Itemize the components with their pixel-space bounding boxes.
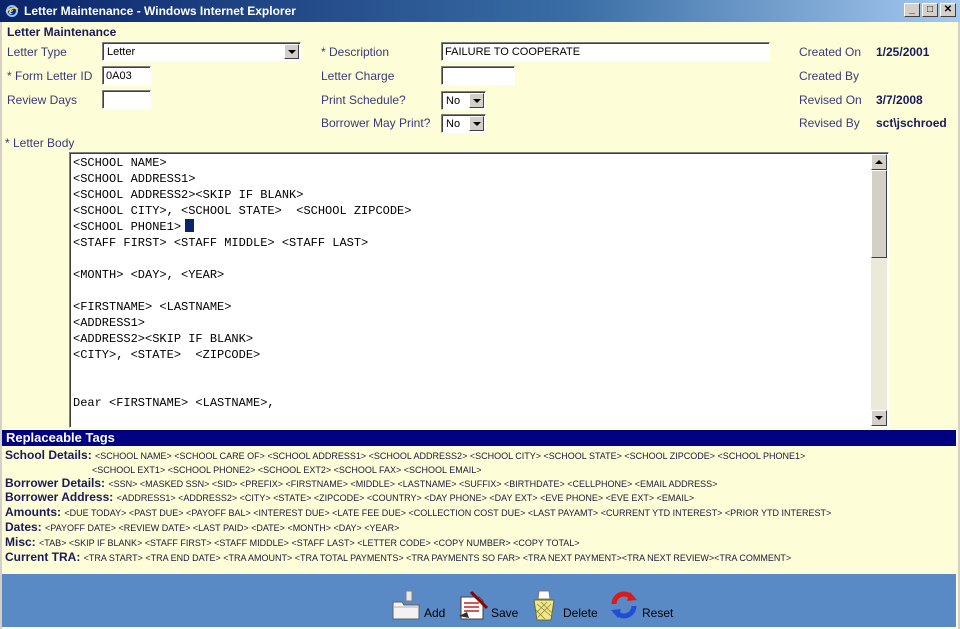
letter-charge-input[interactable] — [441, 66, 515, 85]
close-button[interactable]: ✕ — [940, 3, 956, 17]
created-on-value: 1/25/2001 — [876, 45, 930, 59]
add-label: Add — [424, 606, 446, 620]
letter-type-value: Letter — [107, 46, 136, 58]
print-schedule-label: Print Schedule? — [321, 93, 406, 107]
tag-group-current-tra: Current TRA: <TRA START> <TRA END DATE> … — [5, 550, 955, 565]
tag-group-tags: <SCHOOL NAME> <SCHOOL CARE OF> <SCHOOL A… — [95, 451, 806, 461]
letter-body-text-before-cursor: <SCHOOL NAME> <SCHOOL ADDRESS1> <SCHOOL … — [73, 156, 412, 234]
tag-group-misc: Misc: <TAB> <SKIP IF BLANK> <STAFF FIRST… — [5, 535, 955, 550]
scroll-up-button[interactable] — [871, 154, 887, 170]
created-by-label: Created By — [799, 69, 860, 83]
tag-group-label: Misc: — [5, 535, 36, 549]
letter-body-text: <SCHOOL NAME> <SCHOOL ADDRESS1> <SCHOOL … — [73, 155, 870, 411]
save-label: Save — [491, 606, 519, 620]
tag-group-tags: <TAB> <SKIP IF BLANK> <STAFF FIRST> <STA… — [39, 538, 580, 548]
svg-text:e: e — [9, 6, 13, 16]
text-cursor — [185, 219, 195, 232]
scroll-up-arrow-icon — [875, 160, 883, 164]
tag-group-school-details: School Details: <SCHOOL NAME> <SCHOOL CA… — [5, 448, 955, 463]
letter-charge-label: Letter Charge — [321, 69, 395, 83]
letter-type-select[interactable]: Letter — [102, 42, 301, 61]
add-folder-icon — [390, 588, 422, 622]
print-schedule-value: No — [446, 95, 461, 107]
tag-group-borrower-address: Borrower Address: <ADDRESS1> <ADDRESS2> … — [5, 490, 955, 505]
window-title: Letter Maintenance - Windows Internet Ex… — [24, 4, 296, 18]
tag-group-tags: <ADDRESS1> <ADDRESS2> <CITY> <STATE> <ZI… — [116, 493, 695, 503]
maximize-button[interactable]: □ — [922, 3, 938, 17]
letter-body-textarea[interactable]: <SCHOOL NAME> <SCHOOL ADDRESS1> <SCHOOL … — [69, 152, 889, 428]
review-days-label: Review Days — [7, 93, 78, 107]
borrower-may-print-label: Borrower May Print? — [321, 116, 431, 130]
tag-group-label: Borrower Address: — [5, 490, 114, 504]
letter-body-text-after-cursor: <STAFF FIRST> <STAFF MIDDLE> <STAFF LAST… — [73, 236, 369, 410]
tag-group-label: Current TRA: — [5, 550, 81, 564]
replaceable-tags-header: Replaceable Tags — [2, 430, 956, 446]
description-label: * Description — [321, 45, 390, 59]
tag-group-label: Amounts: — [5, 505, 61, 519]
tag-group-tags: <PAYOFF DATE> <REVIEW DATE> <LAST PAID> … — [45, 523, 400, 533]
letter-body-scrollbar[interactable] — [871, 154, 887, 426]
scroll-down-button[interactable] — [871, 410, 887, 426]
tag-group-label: School Details: — [5, 448, 92, 462]
wastebasket-icon — [529, 588, 561, 622]
chevron-down-icon[interactable] — [469, 116, 484, 131]
delete-label: Delete — [563, 606, 598, 620]
form-letter-id-input[interactable]: 0A03 — [102, 66, 151, 85]
action-bar: Add Save Delete Reset — [2, 574, 956, 627]
delete-button[interactable]: Delete — [529, 582, 598, 622]
save-document-icon — [457, 588, 489, 622]
minimize-button[interactable]: _ — [904, 3, 920, 17]
revised-by-value: sct\jschroed — [876, 116, 947, 130]
form-letter-id-label: * Form Letter ID — [7, 69, 93, 83]
revised-on-value: 3/7/2008 — [876, 93, 923, 107]
window-title-bar: e Letter Maintenance - Windows Internet … — [0, 0, 960, 22]
scrollbar-thumb[interactable] — [871, 170, 887, 258]
reset-label: Reset — [642, 606, 674, 620]
review-days-input[interactable] — [102, 90, 151, 109]
internet-explorer-icon: e — [4, 3, 20, 19]
tag-group-school-details-continued: <SCHOOL EXT1> <SCHOOL PHONE2> <SCHOOL EX… — [5, 462, 955, 477]
page-title: Letter Maintenance — [7, 25, 117, 39]
created-on-label: Created On — [799, 45, 862, 59]
revised-on-label: Revised On — [799, 93, 862, 107]
borrower-may-print-select[interactable]: No — [441, 114, 486, 133]
letter-type-label: Letter Type — [7, 45, 67, 59]
letter-body-label: * Letter Body — [5, 136, 75, 150]
tag-group-tags: <DUE TODAY> <PAST DUE> <PAYOFF BAL> <INT… — [64, 508, 832, 518]
borrower-may-print-value: No — [446, 118, 461, 130]
tag-group-borrower-details: Borrower Details: <SSN> <MASKED SSN> <SI… — [5, 476, 955, 491]
description-input[interactable]: FAILURE TO COOPERATE — [441, 42, 770, 61]
tag-group-amounts: Amounts: <DUE TODAY> <PAST DUE> <PAYOFF … — [5, 505, 955, 520]
tag-group-tags: <SSN> <MASKED SSN> <SID> <PREFIX> <FIRST… — [108, 479, 718, 489]
chevron-down-icon[interactable] — [284, 44, 299, 59]
scroll-down-arrow-icon — [875, 416, 883, 420]
tag-group-tags: <TRA START> <TRA END DATE> <TRA AMOUNT> … — [83, 553, 792, 563]
save-button[interactable]: Save — [457, 582, 518, 622]
tag-group-dates: Dates: <PAYOFF DATE> <REVIEW DATE> <LAST… — [5, 520, 955, 535]
tag-group-label: Dates: — [5, 520, 42, 534]
reset-button[interactable]: Reset — [608, 582, 673, 622]
tag-group-tags: <SCHOOL EXT1> <SCHOOL PHONE2> <SCHOOL EX… — [92, 465, 482, 475]
add-button[interactable]: Add — [390, 582, 445, 622]
chevron-down-icon[interactable] — [469, 93, 484, 108]
circular-arrows-icon — [608, 588, 640, 622]
print-schedule-select[interactable]: No — [441, 91, 486, 110]
tag-group-label: Borrower Details: — [5, 476, 106, 490]
revised-by-label: Revised By — [799, 116, 860, 130]
